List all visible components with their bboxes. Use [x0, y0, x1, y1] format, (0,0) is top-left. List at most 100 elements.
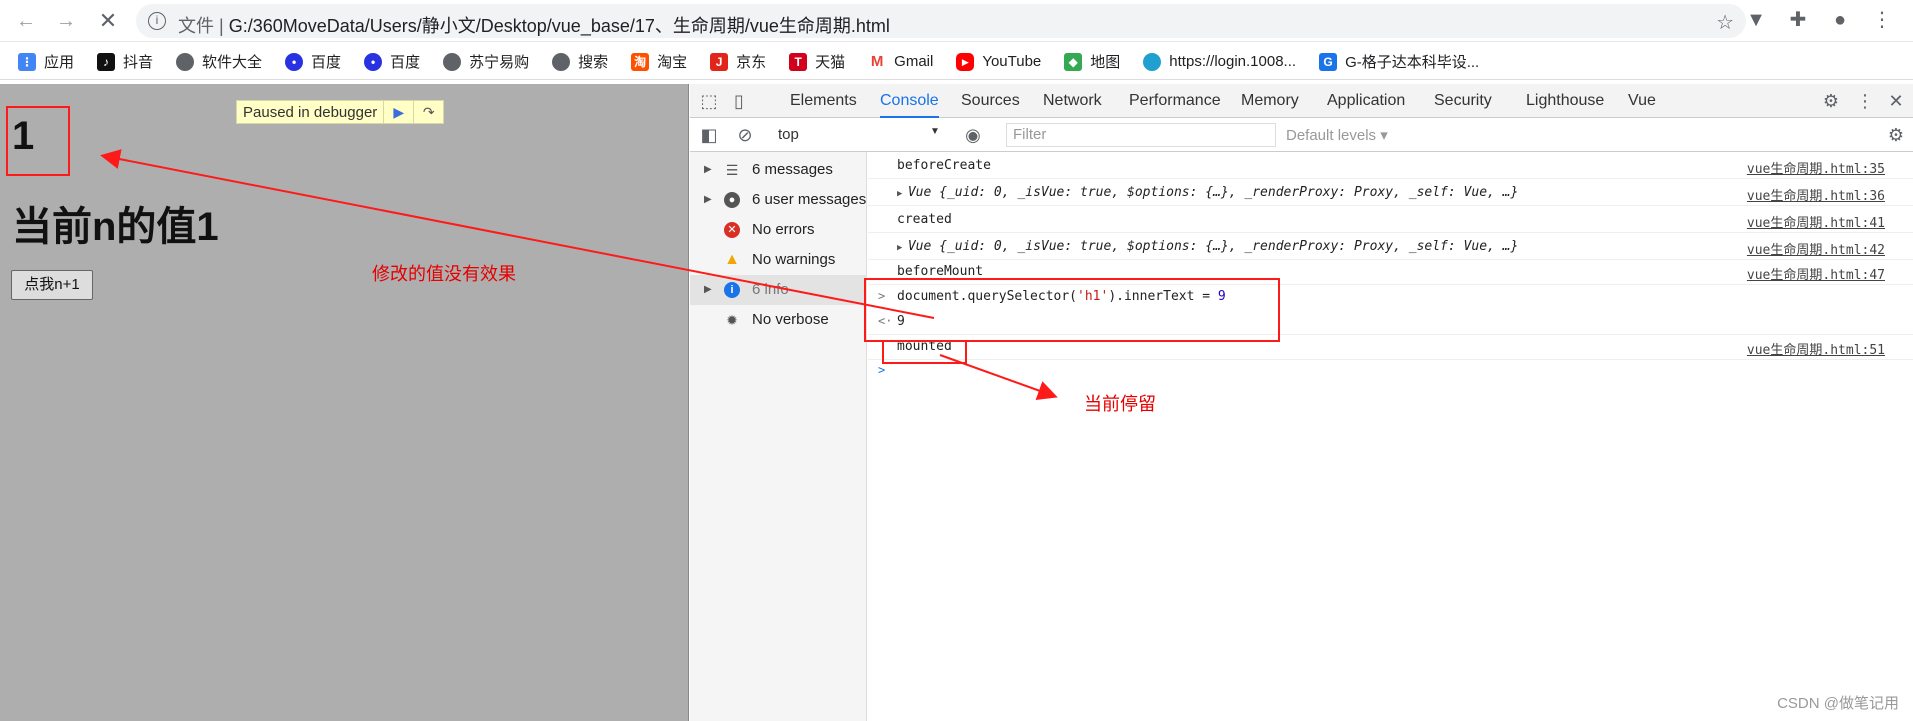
context-selector[interactable]: top	[778, 126, 799, 143]
watermark: CSDN @做笔记用	[1777, 695, 1899, 712]
url-path: G:/360MoveData/Users/静小文/Desktop/vue_bas…	[228, 16, 890, 36]
kebab-menu-icon[interactable]: ⋮	[1871, 9, 1893, 31]
gmail-icon: M	[868, 52, 887, 71]
console-output: beforeCreate vue生命周期.html:35 ▶ Vue {_uid:…	[868, 152, 1913, 721]
tab-security[interactable]: Security	[1434, 84, 1492, 118]
sidebar-item-warnings[interactable]: ▲ No warnings	[690, 245, 867, 275]
tab-sources[interactable]: Sources	[961, 84, 1020, 118]
paused-in-debugger-overlay: Paused in debugger ▶ ↷	[236, 100, 445, 124]
tab-performance[interactable]: Performance	[1129, 84, 1221, 118]
bookmark-item[interactable]: • 百度	[364, 51, 420, 72]
profile-avatar-icon[interactable]: ●	[1829, 9, 1851, 31]
bookmark-item[interactable]: ♪ 抖音	[97, 51, 153, 72]
bookmark-label: 京东	[736, 54, 767, 71]
close-icon[interactable]: ✕	[1885, 90, 1907, 112]
filter-input[interactable]: Filter	[1006, 123, 1276, 147]
clear-console-icon[interactable]: ⊘	[734, 124, 756, 146]
tab-lighthouse[interactable]: Lighthouse	[1526, 84, 1604, 118]
resume-icon[interactable]: ▶	[383, 101, 413, 123]
source-link[interactable]: vue生命周期.html:36	[1747, 185, 1885, 204]
source-link[interactable]: vue生命周期.html:42	[1747, 239, 1885, 258]
bookmark-item[interactable]: ▶ YouTube	[956, 52, 1041, 71]
highlight-box-h1	[6, 106, 70, 176]
bookmark-item[interactable]: T 天猫	[789, 51, 845, 72]
console-settings-icon[interactable]: ⚙	[1885, 124, 1907, 146]
sidebar-item-user-messages[interactable]: ▶ ● 6 user messages	[690, 185, 867, 215]
step-over-icon[interactable]: ↷	[413, 101, 443, 123]
tiktok-icon: ♪	[97, 52, 116, 71]
bookmark-item[interactable]: J 京东	[710, 51, 766, 72]
console-sidebar: ▶ ☰ 6 messages ▶ ● 6 user messages ✕ No error…	[690, 152, 867, 721]
vue-object-text: Vue {_uid: 0, _isVue: true, $options: {……	[907, 185, 1519, 200]
info-icon[interactable]: i	[148, 12, 166, 30]
bookmark-item[interactable]: G G-格子达本科毕设...	[1319, 51, 1479, 72]
globe-icon	[176, 52, 195, 71]
inspect-element-icon[interactable]: ⬚	[698, 90, 720, 112]
console-row: ▶ Vue {_uid: 0, _isVue: true, $options: …	[868, 233, 1913, 260]
forward-arrow-icon[interactable]: →	[54, 9, 78, 33]
sidebar-item-info[interactable]: ▶ i 6 info	[690, 275, 867, 305]
device-toolbar-icon[interactable]: ▯	[728, 90, 750, 112]
tab-elements[interactable]: Elements	[790, 84, 857, 118]
settings-gear-icon[interactable]: ⚙	[1820, 90, 1842, 112]
back-arrow-icon[interactable]: ←	[14, 9, 38, 33]
bookmark-item[interactable]: 软件大全	[176, 51, 262, 72]
map-icon: ◆	[1064, 52, 1083, 71]
tab-application[interactable]: Application	[1327, 84, 1405, 118]
log-message: beforeCreate	[897, 158, 991, 173]
url-text[interactable]: 文件 | G:/360MoveData/Users/静小文/Desktop/vu…	[178, 12, 890, 38]
tab-network[interactable]: Network	[1043, 84, 1102, 118]
taobao-icon: 淘	[631, 52, 650, 71]
page-viewport: 1 当前n的值1 点我n+1 Paused in debugger ▶ ↷ 修改…	[0, 84, 689, 721]
vue-devtools-extension-icon[interactable]: ▼	[1745, 9, 1767, 31]
source-link[interactable]: vue生命周期.html:51	[1747, 339, 1885, 358]
bookmark-item[interactable]: ◆ 地图	[1064, 51, 1120, 72]
note-current-stop: 当前停留	[1084, 394, 1156, 414]
bookmark-label: https://login.1008...	[1169, 53, 1297, 70]
tab-vue[interactable]: Vue	[1628, 84, 1656, 118]
puzzle-extensions-icon[interactable]: ✚	[1787, 9, 1809, 31]
tab-memory[interactable]: Memory	[1241, 84, 1299, 118]
bookmark-item[interactable]: • 百度	[285, 51, 341, 72]
bookmark-label: G-格子达本科毕设...	[1345, 54, 1480, 71]
stop-loading-icon[interactable]: ✕	[96, 9, 120, 33]
console-prompt-row[interactable]: >	[868, 360, 1913, 382]
source-link[interactable]: vue生命周期.html:35	[1747, 158, 1885, 177]
log-message: beforeMount	[897, 264, 984, 279]
bookmark-item[interactable]: ⋮ 应用	[18, 51, 74, 72]
console-row: beforeCreate vue生命周期.html:35	[868, 152, 1913, 179]
tab-console[interactable]: Console	[880, 84, 939, 118]
chevron-right-icon: >	[878, 363, 886, 377]
bookmark-item[interactable]: https://login.1008...	[1143, 52, 1297, 71]
source-link[interactable]: vue生命周期.html:47	[1747, 264, 1885, 283]
bookmark-item[interactable]: 淘淘宝	[631, 51, 687, 72]
bookmark-label: 苏宁易购	[469, 54, 530, 71]
increment-n-button[interactable]: 点我n+1	[11, 270, 93, 300]
globe-icon	[552, 52, 571, 71]
console-row: ▶ Vue {_uid: 0, _isVue: true, $options: …	[868, 179, 1913, 206]
address-bar[interactable]: i 文件 | G:/360MoveData/Users/静小文/Desktop/…	[136, 4, 1746, 38]
bookmark-item[interactable]: M Gmail	[868, 52, 934, 71]
sidebar-label: No verbose	[752, 311, 829, 328]
sidebar-toggle-icon[interactable]: ◧	[698, 124, 720, 146]
sidebar-item-verbose[interactable]: ✹ No verbose	[690, 305, 867, 335]
bookmark-label: Gmail	[894, 53, 934, 70]
bookmark-item[interactable]: 苏宁易购	[443, 51, 529, 72]
levels-dropdown[interactable]: Default levels ▾	[1286, 126, 1388, 144]
user-icon: ●	[724, 192, 740, 208]
bookmark-label: 应用	[44, 54, 75, 71]
more-options-icon[interactable]: ⋮	[1854, 90, 1876, 112]
sidebar-item-messages[interactable]: ▶ ☰ 6 messages	[690, 155, 867, 185]
log-object[interactable]: ▶ Vue {_uid: 0, _isVue: true, $options: …	[897, 239, 1518, 254]
chevron-down-icon[interactable]: ▼	[930, 126, 940, 137]
bookmark-label: 淘宝	[657, 54, 688, 71]
source-link[interactable]: vue生命周期.html:41	[1747, 212, 1885, 231]
bookmark-item[interactable]: 搜索	[552, 51, 608, 72]
bookmark-star-icon[interactable]: ☆	[1716, 10, 1734, 35]
eye-icon[interactable]: ◉	[962, 124, 984, 146]
sidebar-label: 6 messages	[752, 161, 833, 178]
sidebar-item-errors[interactable]: ✕ No errors	[690, 215, 867, 245]
log-object[interactable]: ▶ Vue {_uid: 0, _isVue: true, $options: …	[897, 185, 1518, 200]
devtools-panel: ⬚ ▯ Elements Console Sources Network Per…	[690, 84, 1913, 721]
browser-toolbar: ← → ✕ i 文件 | G:/360MoveData/Users/静小文/De…	[0, 0, 1913, 42]
